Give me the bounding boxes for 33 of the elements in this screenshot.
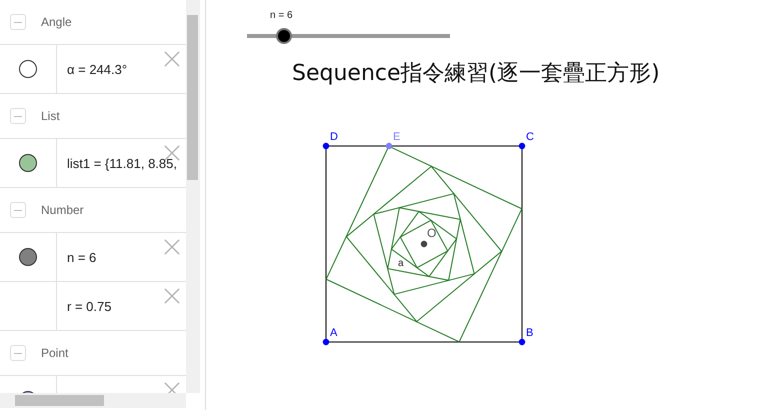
point[interactable]: [322, 338, 330, 346]
collapse-toggle[interactable]: [10, 14, 26, 30]
collapse-toggle[interactable]: [10, 202, 26, 218]
point-label: B: [526, 327, 534, 339]
point-label: O: [427, 226, 436, 240]
center-point[interactable]: [420, 240, 428, 248]
point-label: C: [526, 131, 534, 143]
point[interactable]: [518, 338, 526, 346]
graphics-title: Sequence指令練習(逐一套疊正方形): [292, 60, 660, 88]
point[interactable]: [518, 142, 526, 150]
object-definition[interactable]: list1 = {11.81, 8.85,: [67, 156, 177, 170]
visibility-dot[interactable]: [19, 154, 37, 172]
vertical-scrollbar[interactable]: [186, 0, 200, 393]
object-definition[interactable]: α = 244.3°: [67, 62, 128, 76]
horizontal-scrollbar[interactable]: [0, 393, 186, 408]
group-label: List: [41, 109, 60, 123]
collapse-toggle[interactable]: [10, 108, 26, 124]
group-label: Point: [41, 346, 68, 360]
point-label: E: [393, 131, 400, 143]
object-definition[interactable]: n = 6: [67, 250, 96, 264]
visibility-dot[interactable]: [19, 60, 37, 78]
group-label: Number: [41, 203, 84, 217]
object-definition[interactable]: r = 0.75: [67, 298, 112, 314]
point[interactable]: [386, 142, 392, 150]
visibility-dot[interactable]: [19, 248, 37, 266]
point[interactable]: [322, 142, 330, 150]
point-label: A: [330, 327, 338, 339]
collapse-toggle[interactable]: [10, 345, 26, 361]
slider-label: n = 6: [270, 10, 293, 21]
segment-label: a: [398, 258, 404, 269]
point-label: D: [330, 131, 338, 143]
group-label: Angle: [41, 15, 72, 29]
slider-thumb[interactable]: [276, 28, 292, 44]
